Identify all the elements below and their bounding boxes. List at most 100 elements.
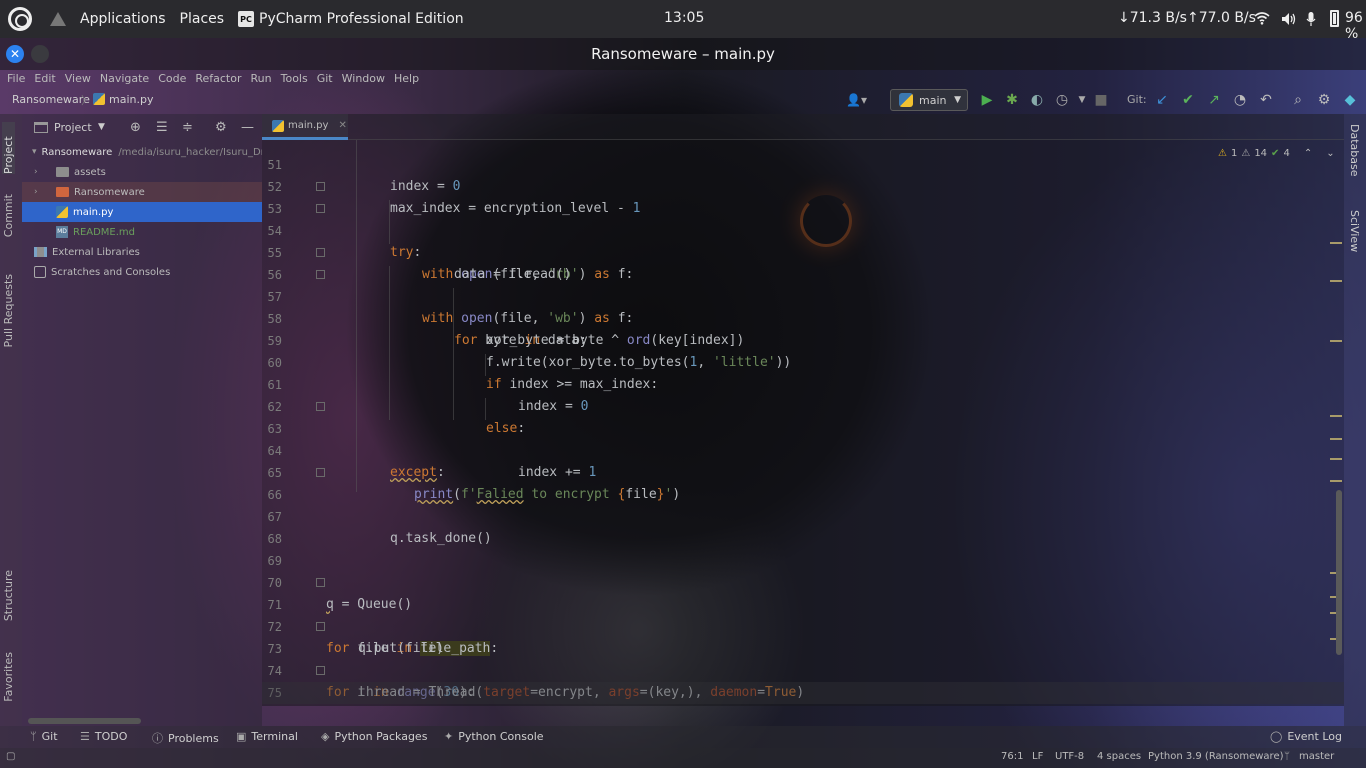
git-update-icon[interactable]: ↙ xyxy=(1154,92,1170,108)
places-menu[interactable]: Places xyxy=(180,11,225,27)
run-configuration-selector[interactable]: main ▼ xyxy=(890,89,968,111)
expand-all-icon[interactable]: ☰ xyxy=(156,120,168,135)
tree-item-project-root[interactable]: ▾ Ransomeware /media/isuru_hacker/Isuru_… xyxy=(22,142,262,162)
vertical-scrollbar[interactable] xyxy=(1336,490,1342,655)
close-window-button[interactable]: ✕ xyxy=(6,45,24,63)
fold-toggle-icon[interactable] xyxy=(316,468,325,477)
tab-commit[interactable]: Commit xyxy=(2,194,15,237)
debug-bug-icon[interactable]: ✱ xyxy=(1004,92,1020,108)
rollback-undo-icon[interactable]: ↶ xyxy=(1258,92,1274,108)
menu-help[interactable]: Help xyxy=(394,72,419,85)
fold-toggle-icon[interactable] xyxy=(316,666,325,675)
git-commit-check-icon[interactable]: ✔ xyxy=(1180,92,1196,108)
close-tab-icon[interactable]: ✕ xyxy=(338,120,346,131)
volume-icon[interactable] xyxy=(1280,11,1296,27)
collapse-all-icon[interactable]: ≑ xyxy=(182,120,193,135)
clock[interactable]: 13:05 xyxy=(664,10,704,26)
menu-file[interactable]: File xyxy=(7,72,25,85)
file-encoding[interactable]: UTF-8 xyxy=(1055,751,1084,762)
right-tool-stripe: Database SciView xyxy=(1344,114,1366,726)
menu-refactor[interactable]: Refactor xyxy=(195,72,241,85)
git-push-icon[interactable]: ↗ xyxy=(1206,92,1222,108)
python-icon xyxy=(899,93,913,107)
chevron-right-icon: › xyxy=(34,167,38,177)
minimize-window-button[interactable] xyxy=(31,45,49,63)
tab-pull-requests[interactable]: Pull Requests xyxy=(2,274,15,347)
python-interpreter[interactable]: Python 3.9 (Ransomeware) xyxy=(1148,751,1284,762)
menu-edit[interactable]: Edit xyxy=(34,72,55,85)
menu-view[interactable]: View xyxy=(65,72,91,85)
line-separator[interactable]: LF xyxy=(1032,751,1043,762)
menu-navigate[interactable]: Navigate xyxy=(100,72,149,85)
tab-sciview[interactable]: SciView xyxy=(1348,210,1361,252)
distro-logo-icon[interactable] xyxy=(8,7,32,31)
next-highlight-arrow-icon[interactable]: ⌄ xyxy=(1326,148,1334,159)
code-editor[interactable]: 51 index = 0 52 max_index = encryption_l… xyxy=(262,140,1344,706)
main-menu-bar: File Edit View Navigate Code Refactor Ru… xyxy=(0,70,1366,86)
fold-toggle-icon[interactable] xyxy=(316,204,325,213)
editor-tab-main-py[interactable]: main.py ✕ xyxy=(262,114,348,140)
caret-position[interactable]: 76:1 xyxy=(1001,751,1023,762)
tool-python-packages[interactable]: ◈ Python Packages xyxy=(321,730,427,743)
tree-item-main-py[interactable]: main.py xyxy=(22,202,262,222)
menu-window[interactable]: Window xyxy=(342,72,385,85)
fold-toggle-icon[interactable] xyxy=(316,402,325,411)
horizontal-scrollbar[interactable] xyxy=(28,718,141,724)
tool-terminal[interactable]: ▣ Terminal xyxy=(236,730,298,743)
hide-panel-icon[interactable]: — xyxy=(241,120,254,135)
indent-setting[interactable]: 4 spaces xyxy=(1097,751,1141,762)
breadcrumb-file[interactable]: main.py xyxy=(109,93,153,106)
tool-todo[interactable]: ☰ TODO xyxy=(80,730,127,743)
tree-item-assets[interactable]: › assets xyxy=(22,162,262,182)
fold-toggle-icon[interactable] xyxy=(316,578,325,587)
user-account-icon[interactable]: 👤▾ xyxy=(846,93,872,107)
tab-project[interactable]: Project xyxy=(2,122,15,174)
typo-count: 4 xyxy=(1283,148,1290,159)
history-clock-icon[interactable]: ◔ xyxy=(1232,92,1248,108)
tree-item-external-libraries[interactable]: External Libraries xyxy=(22,242,262,262)
tab-database[interactable]: Database xyxy=(1348,124,1361,177)
triangle-icon[interactable] xyxy=(50,12,66,26)
inspection-widget[interactable]: ⚠ 1 ⚠ 14 ✔ 4 ⌃ ⌄ xyxy=(1218,148,1335,159)
tool-python-console[interactable]: ✦ Python Console xyxy=(444,730,544,743)
breadcrumb-project[interactable]: Ransomeware xyxy=(12,93,90,106)
git-branch[interactable]: master xyxy=(1299,751,1334,762)
coverage-icon[interactable]: ◐ xyxy=(1029,92,1045,108)
fold-toggle-icon[interactable] xyxy=(316,270,325,279)
microphone-icon[interactable] xyxy=(1306,11,1316,27)
previous-highlight-arrow-icon[interactable]: ⌃ xyxy=(1304,148,1312,159)
applications-menu[interactable]: Applications xyxy=(80,11,166,27)
menu-code[interactable]: Code xyxy=(158,72,186,85)
tool-git[interactable]: ᛘ Git xyxy=(30,730,58,743)
menu-run[interactable]: Run xyxy=(251,72,272,85)
fold-toggle-icon[interactable] xyxy=(316,622,325,631)
tab-structure[interactable]: Structure xyxy=(2,570,15,621)
search-icon[interactable]: ⌕ xyxy=(1290,92,1306,108)
chevron-down-icon[interactable]: ▼ xyxy=(98,122,105,132)
fold-toggle-icon[interactable] xyxy=(316,248,325,257)
battery-icon[interactable] xyxy=(1330,10,1339,27)
tree-item-readme[interactable]: MD README.md xyxy=(22,222,262,242)
stop-icon[interactable]: ■ xyxy=(1093,92,1109,108)
locate-target-icon[interactable]: ⊕ xyxy=(130,120,141,135)
status-bar: ▢ 76:1 LF UTF-8 4 spaces Python 3.9 (Ran… xyxy=(0,748,1366,768)
project-panel-title[interactable]: Project xyxy=(54,121,92,134)
settings-gear-icon[interactable]: ⚙ xyxy=(1316,92,1332,108)
tool-problems[interactable]: ⓘ Problems xyxy=(152,730,219,746)
tree-item-ransomeware-folder[interactable]: › Ransomeware xyxy=(22,182,262,202)
menu-git[interactable]: Git xyxy=(317,72,333,85)
tab-favorites[interactable]: Favorites xyxy=(2,652,15,702)
fold-toggle-icon[interactable] xyxy=(316,182,325,191)
panel-settings-gear-icon[interactable]: ⚙ xyxy=(215,120,227,135)
profile-icon[interactable]: ◷ xyxy=(1054,92,1070,108)
more-run-dropdown-icon[interactable]: ▼ xyxy=(1074,92,1090,108)
toggle-tool-windows-icon[interactable]: ▢ xyxy=(6,751,15,762)
tree-item-scratches[interactable]: Scratches and Consoles xyxy=(22,262,262,282)
tool-event-log[interactable]: ◯ Event Log xyxy=(1270,730,1342,743)
run-icon[interactable]: ▶ xyxy=(979,92,995,108)
active-app-label[interactable]: PyCharm Professional Edition xyxy=(259,11,464,27)
menu-tools[interactable]: Tools xyxy=(281,72,308,85)
code-with-me-icon[interactable]: ◆ xyxy=(1342,92,1358,108)
git-toolbar-label: Git: xyxy=(1127,93,1147,106)
wifi-icon[interactable] xyxy=(1254,11,1270,25)
